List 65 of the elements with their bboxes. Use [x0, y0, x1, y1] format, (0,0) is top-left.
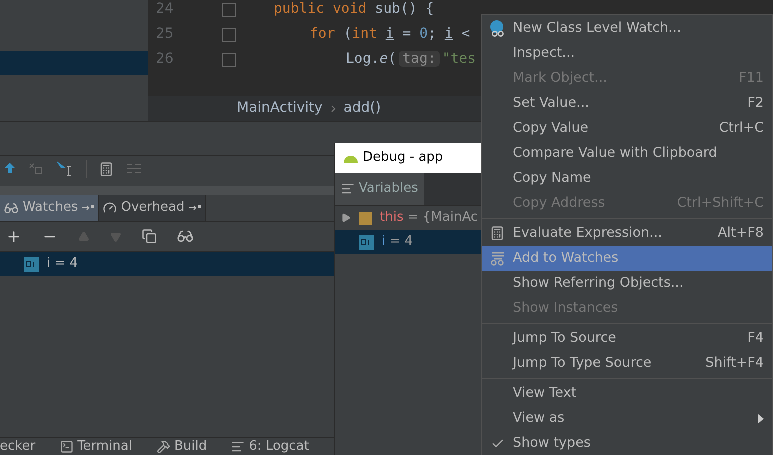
- shortcut-label: F4: [748, 329, 764, 348]
- class-watch-icon: [490, 20, 506, 38]
- menu-item[interactable]: Copy Name: [482, 166, 772, 191]
- watch-row[interactable]: i = 4: [0, 252, 334, 276]
- code-line: public void sub() {: [274, 0, 434, 19]
- fold-marker-icon: [222, 52, 236, 66]
- code-line: for (int i = 0; i <: [309, 25, 470, 44]
- debug-tab[interactable]: Watches: [0, 195, 100, 221]
- shortcut-label: F2: [748, 94, 764, 114]
- menu-item[interactable]: View Text: [482, 381, 772, 406]
- breadcrumb-item[interactable]: MainActivity: [237, 98, 323, 119]
- shortcut-label: Alt+F8: [718, 224, 764, 244]
- lines-icon: [341, 182, 355, 196]
- menu-item[interactable]: View as: [482, 406, 772, 431]
- lines-icon: [231, 440, 246, 454]
- tool-window-tab[interactable]: ecker: [0, 436, 36, 455]
- code-line: Log.e( tag: "tes: [345, 50, 476, 69]
- hammer-icon: [156, 440, 171, 454]
- menu-item[interactable]: Show types: [482, 431, 772, 455]
- chevron-icon: [330, 104, 336, 112]
- breadcrumb-item[interactable]: add(): [344, 98, 382, 119]
- menu-item[interactable]: Copy Value Ctrl+C: [482, 116, 772, 141]
- menu-item[interactable]: Show Referring Objects...: [482, 271, 772, 296]
- menu-item[interactable]: New Class Level Watch...: [482, 16, 772, 41]
- fold-marker-icon: [222, 28, 236, 42]
- menu-item[interactable]: Jump To Type Source Shift+F4: [482, 351, 772, 376]
- menu-item[interactable]: Evaluate Expression... Alt+F8: [482, 221, 772, 246]
- step-out-icon[interactable]: [4, 162, 16, 176]
- menu-item[interactable]: Jump To Source F4: [482, 326, 772, 351]
- line-number: 24: [155, 0, 175, 19]
- shortcut-label: Shift+F4: [706, 354, 764, 374]
- shortcut-label: Ctrl+Shift+C: [677, 194, 764, 214]
- copy-icon[interactable]: [142, 229, 157, 244]
- menu-item[interactable]: Set Value... F2: [482, 91, 772, 116]
- line-number: 25: [155, 25, 175, 44]
- variable-row[interactable]: this = {MainAc: [335, 206, 482, 230]
- menu-item[interactable]: Inspect...: [482, 41, 772, 66]
- variable-row[interactable]: i = 4: [335, 230, 482, 254]
- watch-add-icon: [490, 252, 506, 266]
- add-icon[interactable]: [6, 228, 22, 244]
- window-title: Debug - app: [363, 149, 444, 168]
- terminal-icon: [60, 440, 74, 454]
- primitive-icon: [359, 234, 374, 250]
- fold-marker-icon: [222, 2, 236, 16]
- tool-window-tab[interactable]: 6: Logcat: [231, 436, 310, 455]
- object-icon: [359, 212, 372, 224]
- pin-arrow-icon[interactable]: [82, 204, 94, 212]
- pin-arrow-icon[interactable]: [188, 204, 201, 212]
- line-number: 26: [155, 50, 175, 69]
- menu-item[interactable]: Compare Value with Clipboard: [482, 141, 772, 166]
- debug-tab[interactable]: Overhead: [99, 195, 206, 221]
- tool-window-tab[interactable]: Terminal: [60, 436, 133, 455]
- android-icon: [343, 153, 359, 163]
- variables-tab[interactable]: Variables: [335, 173, 424, 205]
- calculator-icon: [490, 226, 505, 241]
- primitive-icon: [24, 256, 39, 272]
- shortcut-label: F11: [739, 69, 764, 88]
- calculator-icon[interactable]: [99, 162, 114, 176]
- gauge-icon: [103, 201, 118, 215]
- shortcut-label: Ctrl+C: [719, 119, 764, 138]
- glasses-icon[interactable]: [177, 228, 194, 245]
- expand-triangle-icon[interactable]: [341, 213, 351, 223]
- tool-window-tab[interactable]: Build: [156, 436, 208, 455]
- cursor-arrow-icon[interactable]: [56, 161, 74, 177]
- glasses-icon: [4, 200, 19, 216]
